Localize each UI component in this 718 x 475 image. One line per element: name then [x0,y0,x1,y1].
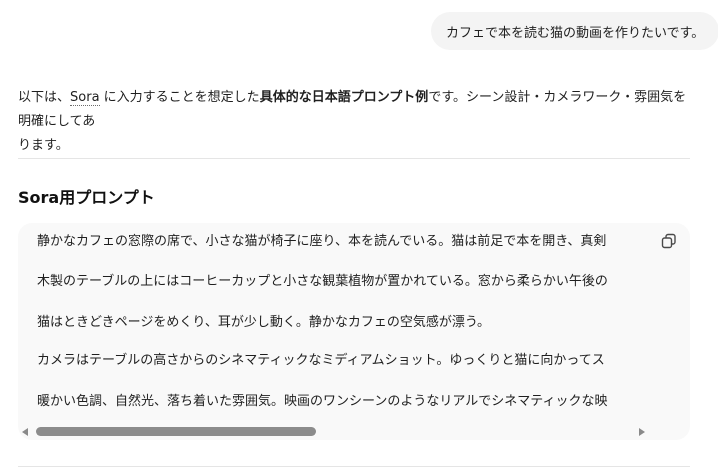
code-line: カメラはテーブルの高さからのシネマティックなミディアムショット。ゆっくりと猫に向… [37,353,605,368]
horizontal-scrollbar[interactable] [18,425,690,439]
copy-icon [661,233,676,249]
section-divider-bottom [18,466,690,467]
prompt-code-block[interactable]: 静かなカフェの窓際の席で、小さな猫が椅子に座り、本を読んでいる。猫は前足で本を開… [18,223,690,440]
code-line: 暖かい色調、自然光、落ち着いた雰囲気。映画のワンシーンのようなリアルでシネマティ… [37,394,608,409]
arrow-right-icon[interactable] [639,428,645,436]
code-line: 猫はときどきページをめくり、耳が少し動く。静かなカフェの空気感が漂う。 [37,315,491,330]
scrollbar-thumb[interactable] [36,427,316,436]
section-heading: Sora用プロンプト [18,188,155,207]
code-lines-container: 静かなカフェの窓際の席で、小さな猫が椅子に座り、本を読んでいる。猫は前足で本を開… [37,223,669,423]
arrow-left-icon[interactable] [22,428,28,436]
copy-button[interactable] [660,232,678,250]
intro-mid: に入力することを想定した [99,90,260,105]
intro-prefix: 以下は、 [18,90,71,105]
user-message-text: カフェで本を読む猫の動画を作りたいです。 [446,25,705,41]
chat-page: カフェで本を読む猫の動画を作りたいです。 以下は、Sora に入力することを想定… [0,0,718,475]
user-message-bubble: カフェで本を読む猫の動画を作りたいです。 [431,12,718,50]
sora-link[interactable]: Sora [70,90,100,106]
intro-bold: 具体的な日本語プロンプト例 [259,90,429,105]
code-line: 木製のテーブルの上にはコーヒーカップと小さな観葉植物が置かれている。窓から柔らか… [37,274,608,289]
intro-suffix-line2: ります。 [18,138,69,153]
section-divider-top [18,158,690,159]
assistant-intro-paragraph: 以下は、Sora に入力することを想定した具体的な日本語プロンプト例です。シーン… [18,86,694,158]
code-line: 静かなカフェの窓際の席で、小さな猫が椅子に座り、本を読んでいる。猫は前足で本を開… [37,234,607,249]
